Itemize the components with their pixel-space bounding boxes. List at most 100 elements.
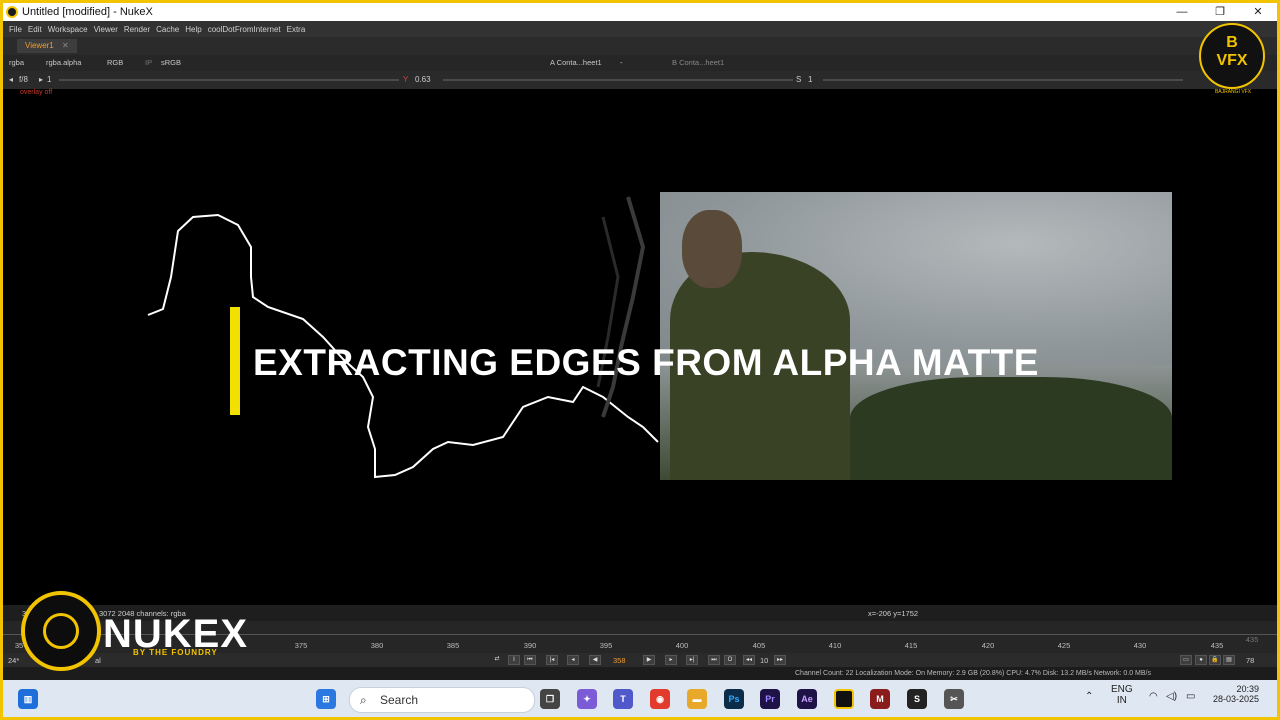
- settings-icon[interactable]: ▤: [1223, 655, 1235, 665]
- out-point-button[interactable]: O: [724, 655, 736, 665]
- snipping-icon[interactable]: ✂: [944, 689, 964, 709]
- ip-button[interactable]: IP: [145, 58, 152, 67]
- tick-400: 400: [675, 641, 689, 650]
- gamma-value[interactable]: 0.63: [415, 75, 431, 84]
- menu-bar: File Edit Workspace Viewer Render Cache …: [3, 21, 1277, 37]
- fstop-value[interactable]: f/8: [19, 75, 28, 84]
- maximize-button[interactable]: ❐: [1201, 3, 1239, 21]
- after-effects-icon[interactable]: Ae: [797, 689, 817, 709]
- teams-icon[interactable]: T: [613, 689, 633, 709]
- end-frame-field[interactable]: 78: [1246, 656, 1254, 665]
- prev-keyframe-button[interactable]: |◂: [546, 655, 558, 665]
- channels-dropdown[interactable]: rgba: [9, 58, 24, 67]
- close-button[interactable]: ✕: [1239, 3, 1277, 21]
- tab-viewer1-label: Viewer1: [25, 41, 54, 50]
- monitor-icon[interactable]: ▭: [1180, 655, 1192, 665]
- viewer-gain-toolbar: ◂ f/8 ▸ 1 Y 0.63 S 1: [3, 71, 1277, 89]
- next-keyframe-button[interactable]: ▸|: [686, 655, 698, 665]
- viewer-tab-bar: Viewer1 ✕: [3, 37, 1277, 55]
- tab-close-icon[interactable]: ✕: [62, 41, 69, 50]
- range-mode-dropdown[interactable]: al: [95, 656, 101, 665]
- menu-edit[interactable]: Edit: [28, 25, 42, 34]
- timeline-end: 435: [1245, 635, 1259, 644]
- nuke-status-bar: Channel Count: 22 Localization Mode: On …: [3, 667, 1277, 680]
- fps-dropdown[interactable]: 24*: [8, 656, 19, 665]
- menu-extra[interactable]: Extra: [287, 25, 306, 34]
- logo-vfx: VFX: [1216, 52, 1248, 69]
- next-frame-button[interactable]: ▸: [665, 655, 677, 665]
- date: 28-03-2025: [1213, 694, 1260, 704]
- lut-dropdown[interactable]: sRGB: [161, 58, 181, 67]
- step-forward-button[interactable]: ▸▸: [774, 655, 786, 665]
- file-explorer-icon[interactable]: ▬: [687, 689, 707, 709]
- menu-render[interactable]: Render: [124, 25, 150, 34]
- title-accent-bar: [230, 307, 240, 415]
- taskbar-search[interactable]: ⌕ Search: [349, 687, 535, 713]
- widgets-icon[interactable]: ▥: [18, 689, 38, 709]
- next-icon[interactable]: ▸: [39, 75, 43, 84]
- nuke-taskbar-icon[interactable]: [834, 689, 854, 709]
- gamma-slider[interactable]: [443, 79, 793, 81]
- language-code: ENG: [1111, 684, 1133, 695]
- video-headline: EXTRACTING EDGES FROM ALPHA MATTE: [253, 342, 1039, 383]
- chrome-icon[interactable]: ◉: [650, 689, 670, 709]
- title-bar: Untitled [modified] - NukeX — ❐ ✕: [3, 3, 1277, 21]
- gain-slider[interactable]: [59, 79, 399, 81]
- alpha-dropdown[interactable]: rgba.alpha: [46, 58, 81, 67]
- step-size-field[interactable]: 10: [760, 656, 768, 665]
- play-forward-button[interactable]: ▶: [643, 655, 655, 665]
- battery-icon[interactable]: ▭: [1186, 691, 1195, 702]
- loop-icon[interactable]: ⇄: [491, 655, 503, 665]
- menu-file[interactable]: File: [9, 25, 22, 34]
- prev-frame-button[interactable]: ◂: [567, 655, 579, 665]
- frame-value[interactable]: 1: [47, 75, 51, 84]
- current-frame-field[interactable]: 358: [613, 656, 626, 665]
- menu-viewer[interactable]: Viewer: [94, 25, 118, 34]
- menu-cache[interactable]: Cache: [156, 25, 179, 34]
- tab-viewer1[interactable]: Viewer1 ✕: [17, 39, 77, 53]
- menu-help[interactable]: Help: [185, 25, 201, 34]
- last-frame-button[interactable]: ⏭: [708, 655, 720, 665]
- in-point-button[interactable]: I: [508, 655, 520, 665]
- search-icon: ⌕: [360, 693, 367, 707]
- lock-icon[interactable]: 🔒: [1209, 655, 1221, 665]
- substance-icon[interactable]: S: [907, 689, 927, 709]
- nuke-window: Untitled [modified] - NukeX — ❐ ✕ File E…: [3, 3, 1277, 717]
- window-controls: — ❐ ✕: [1163, 3, 1277, 21]
- foundry-tagline: BY THE FOUNDRY: [133, 648, 218, 657]
- plate-photo: [660, 192, 1172, 480]
- copilot-icon[interactable]: ✦: [577, 689, 597, 709]
- menu-cooldot[interactable]: coolDotFromInternet: [208, 25, 281, 34]
- photoshop-icon[interactable]: Ps: [724, 689, 744, 709]
- saturation-slider[interactable]: [823, 79, 1183, 81]
- b-input-dropdown[interactable]: B Conta...heet1: [672, 58, 724, 67]
- rgb-dropdown[interactable]: RGB: [107, 58, 123, 67]
- language-indicator[interactable]: ENG IN: [1111, 684, 1133, 706]
- prev-icon[interactable]: ◂: [9, 75, 13, 84]
- a-input-dropdown[interactable]: A Conta...heet1: [550, 58, 602, 67]
- tick-410: 410: [828, 641, 842, 650]
- nuke-app-icon: [6, 6, 18, 18]
- window-title: Untitled [modified] - NukeX: [22, 6, 153, 18]
- cache-icon[interactable]: ●: [1195, 655, 1207, 665]
- tick-395: 395: [599, 641, 613, 650]
- search-label: Search: [380, 693, 419, 707]
- mocha-icon[interactable]: M: [870, 689, 890, 709]
- wifi-icon[interactable]: ◠: [1149, 691, 1158, 702]
- task-view-icon[interactable]: ❐: [540, 689, 560, 709]
- tray-chevron-icon[interactable]: ⌃: [1085, 691, 1093, 702]
- clock[interactable]: 20:39 28-03-2025: [1213, 684, 1259, 704]
- windows-start-icon[interactable]: ⊞: [316, 689, 336, 709]
- saturation-value[interactable]: 1: [808, 75, 812, 84]
- menu-workspace[interactable]: Workspace: [48, 25, 88, 34]
- step-back-button[interactable]: ◂◂: [743, 655, 755, 665]
- tick-375: 375: [294, 641, 308, 650]
- first-frame-button[interactable]: ⏮: [524, 655, 536, 665]
- play-backward-button[interactable]: ◀: [589, 655, 601, 665]
- tick-405: 405: [752, 641, 766, 650]
- overlay-status: overlay off: [20, 89, 53, 96]
- volume-icon[interactable]: ◁): [1166, 691, 1177, 702]
- minimize-button[interactable]: —: [1163, 3, 1201, 21]
- ab-operation-dropdown[interactable]: -: [620, 58, 623, 67]
- premiere-icon[interactable]: Pr: [760, 689, 780, 709]
